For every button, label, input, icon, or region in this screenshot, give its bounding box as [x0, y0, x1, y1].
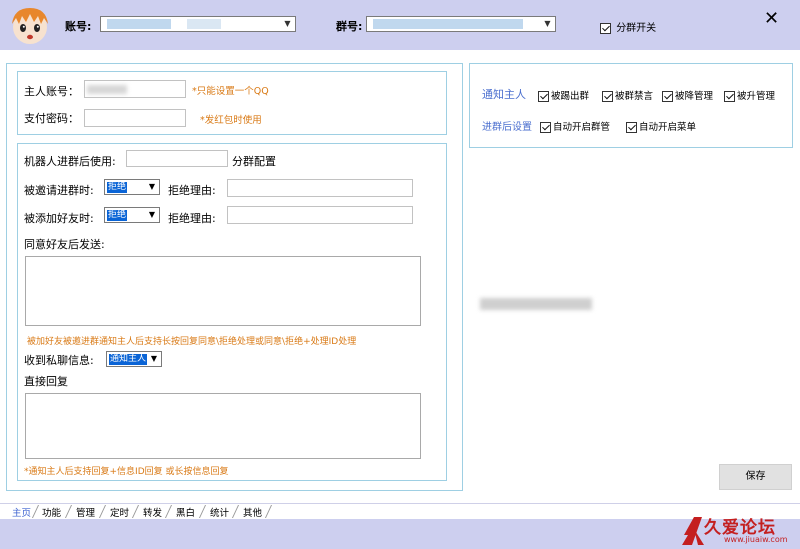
chevron-down-icon: ▼ — [148, 210, 156, 219]
group-select[interactable]: ▼ — [366, 16, 556, 32]
after-join-input[interactable] — [126, 150, 228, 167]
invite-reason-label: 拒绝理由: — [168, 184, 216, 197]
auto-group-admin-checkbox[interactable]: 自动开启群管 — [540, 119, 610, 133]
watermark-logo: 久爱论坛 www.jiuaiw.com — [680, 511, 798, 549]
owner-account-label: 主人账号： — [24, 85, 79, 98]
after-agree-textarea[interactable] — [25, 256, 421, 326]
pay-password-label: 支付密码： — [24, 112, 79, 125]
tab-blackwhite[interactable]: 黑白 — [176, 505, 195, 519]
private-msg-label: 收到私聊信息: — [24, 354, 94, 367]
watermark-icon — [682, 517, 704, 545]
auto-menu-checkbox[interactable]: 自动开启菜单 — [626, 119, 696, 133]
title-bar: 账号: ▼ 群号: ▼ 分群开关 ✕ — [0, 0, 800, 50]
owner-account-hint: *只能设置一个QQ — [192, 86, 269, 97]
notify-demoted-checkbox[interactable]: 被降管理 — [662, 88, 713, 102]
avatar — [12, 8, 48, 44]
invite-label: 被邀请进群时: — [24, 184, 94, 197]
chevron-down-icon: ▼ — [284, 19, 291, 28]
private-msg-select-value: 通知主人 — [109, 354, 148, 365]
invite-select-value: 拒绝 — [107, 182, 128, 193]
pay-password-hint: *发红包时使用 — [200, 115, 262, 126]
tab-schedule[interactable]: 定时 — [110, 505, 129, 519]
notify-panel — [469, 63, 793, 148]
notify-promoted-checkbox[interactable]: 被升管理 — [724, 88, 775, 102]
invite-hint: 被加好友被邀进群通知主人后支持长按回复同意\拒绝处理或同意\拒绝+处理ID处理 — [27, 337, 357, 347]
chevron-down-icon: ▼ — [150, 354, 158, 363]
invite-select[interactable]: 拒绝 ▼ — [104, 179, 160, 195]
after-join-settings-label: 进群后设置 — [482, 122, 532, 133]
auto-group-admin-label: 自动开启群管 — [553, 122, 611, 133]
group-switch-checkbox[interactable]: 分群开关 — [600, 19, 656, 34]
checkbox-checked-icon — [724, 91, 735, 102]
notify-promoted-label: 被升管理 — [737, 91, 776, 102]
group-switch-label: 分群开关 — [616, 23, 657, 34]
add-friend-label: 被添加好友时: — [24, 212, 94, 225]
chevron-down-icon: ▼ — [544, 19, 551, 28]
account-label: 账号: — [65, 20, 92, 33]
tab-features[interactable]: 功能 — [42, 505, 61, 519]
checkbox-checked-icon — [540, 122, 551, 133]
add-friend-select-value: 拒绝 — [107, 210, 128, 221]
notify-demoted-label: 被降管理 — [675, 91, 714, 102]
pay-password-input[interactable] — [84, 109, 186, 127]
notify-muted-label: 被群禁言 — [615, 91, 654, 102]
save-button[interactable]: 保存 — [719, 464, 792, 490]
tab-stats[interactable]: 统计 — [210, 505, 229, 519]
checkbox-checked-icon — [602, 91, 613, 102]
add-friend-reason-input[interactable] — [227, 206, 413, 224]
chevron-down-icon: ▼ — [148, 182, 156, 191]
notify-kicked-label: 被踢出群 — [551, 91, 590, 102]
direct-reply-label: 直接回复 — [24, 375, 68, 388]
group-label: 群号: — [336, 20, 363, 33]
private-msg-select[interactable]: 通知主人 ▼ — [106, 351, 162, 367]
checkbox-checked-icon — [626, 122, 637, 133]
after-join-label: 机器人进群后使用: — [24, 155, 116, 168]
direct-reply-textarea[interactable] — [25, 393, 421, 459]
auto-menu-label: 自动开启菜单 — [639, 122, 697, 133]
notify-owner-label: 通知主人 — [482, 88, 526, 101]
watermark-url: www.jiuaiw.com — [724, 535, 788, 544]
after-agree-label: 同意好友后发送: — [24, 238, 105, 251]
account-select[interactable]: ▼ — [100, 16, 296, 32]
checkbox-checked-icon — [662, 91, 673, 102]
add-friend-select[interactable]: 拒绝 ▼ — [104, 207, 160, 223]
notify-kicked-checkbox[interactable]: 被踢出群 — [538, 88, 589, 102]
reply-hint: *通知主人后支持回复+信息ID回复 或长按信息回复 — [24, 467, 229, 477]
notify-muted-checkbox[interactable]: 被群禁言 — [602, 88, 653, 102]
tab-home[interactable]: 主页 — [12, 505, 31, 519]
close-icon[interactable]: ✕ — [764, 8, 779, 29]
add-friend-reason-label: 拒绝理由: — [168, 212, 216, 225]
invite-reason-input[interactable] — [227, 179, 413, 197]
checkbox-checked-icon — [600, 22, 611, 34]
group-config-label: 分群配置 — [232, 155, 276, 168]
tab-manage[interactable]: 管理 — [76, 505, 95, 519]
checkbox-checked-icon — [538, 91, 549, 102]
tab-forward[interactable]: 转发 — [143, 505, 162, 519]
owner-account-input[interactable] — [84, 80, 186, 98]
tab-other[interactable]: 其他 — [243, 505, 262, 519]
blurred-content — [480, 298, 592, 310]
